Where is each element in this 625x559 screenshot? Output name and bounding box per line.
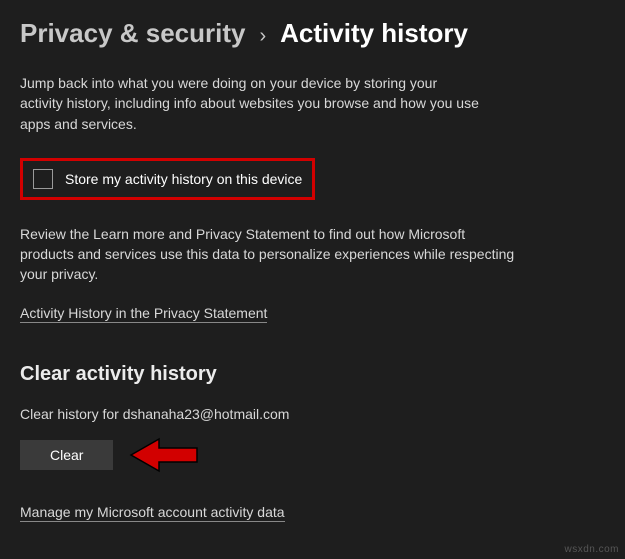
store-activity-checkbox-row[interactable]: Store my activity history on this device (20, 158, 315, 200)
clear-row: Clear (20, 436, 605, 474)
manage-account-link[interactable]: Manage my Microsoft account activity dat… (20, 504, 285, 522)
watermark: wsxdn.com (564, 544, 619, 555)
clear-section-title: Clear activity history (20, 363, 605, 386)
chevron-right-icon: › (259, 25, 266, 48)
clear-for-text: Clear history for dshanaha23@hotmail.com (20, 406, 605, 422)
arrow-left-icon (129, 436, 199, 474)
intro-text: Jump back into what you were doing on yo… (20, 73, 480, 134)
breadcrumb: Privacy & security › Activity history (20, 18, 605, 49)
clear-button[interactable]: Clear (20, 440, 113, 470)
checkbox-icon[interactable] (33, 169, 53, 189)
review-text: Review the Learn more and Privacy Statem… (20, 224, 520, 285)
privacy-statement-link[interactable]: Activity History in the Privacy Statemen… (20, 305, 267, 323)
store-activity-label: Store my activity history on this device (65, 171, 302, 187)
breadcrumb-parent[interactable]: Privacy & security (20, 18, 245, 49)
breadcrumb-current: Activity history (280, 18, 468, 49)
